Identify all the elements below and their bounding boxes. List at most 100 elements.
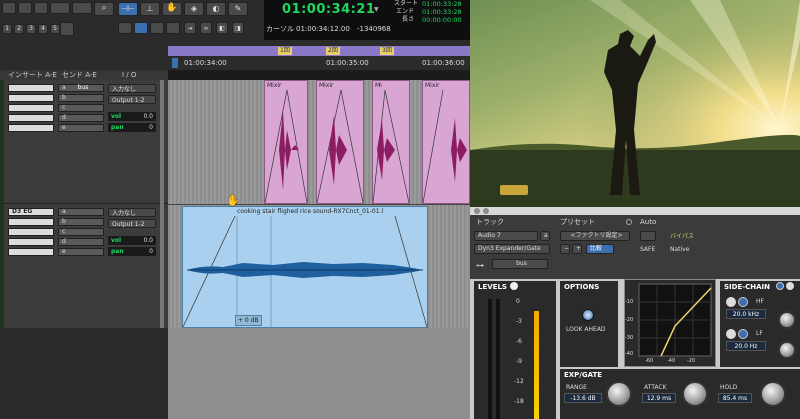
edit-mode-button-4[interactable]: [166, 22, 180, 34]
clip-mi-3[interactable]: Mi: [372, 80, 410, 204]
track-1-output-selector[interactable]: Output 1-2: [108, 95, 156, 104]
hf-enable-icon[interactable]: [726, 297, 736, 307]
hf-knob[interactable]: [778, 311, 796, 329]
track-1-volume[interactable]: 0.0 vol: [108, 112, 156, 121]
track-2-output-selector[interactable]: Output 1-2: [108, 219, 156, 228]
lf-filter-icon[interactable]: [738, 329, 748, 339]
end-value[interactable]: 01:00:33:28: [422, 9, 462, 16]
track-2-send-b[interactable]: b: [58, 218, 104, 226]
range-knob[interactable]: [606, 381, 632, 407]
track-2-volume[interactable]: 0.0 vol: [108, 236, 156, 245]
edit-mode-button-3[interactable]: [150, 22, 164, 34]
clip-mixir-4[interactable]: Mixir: [422, 80, 470, 204]
track-1-send-e[interactable]: e: [58, 124, 104, 132]
track-1-send-a[interactable]: a bus: [58, 84, 104, 92]
grid-number-3[interactable]: 3: [26, 24, 36, 34]
tab-to-transient-icon[interactable]: ⇥: [184, 22, 196, 34]
grid-number-1[interactable]: 1: [2, 24, 12, 34]
tool-button-2[interactable]: [18, 2, 32, 14]
track-1-pan-value[interactable]: 0: [149, 123, 156, 132]
track-2-insert-a[interactable]: D3 EG: [8, 208, 54, 216]
edit-window-tracks[interactable]: Mixir Mixir Mi Mixir cooking stair fligh…: [168, 80, 470, 328]
tool-button-4[interactable]: [50, 2, 70, 14]
zoom-tool-icon[interactable]: ⌕: [94, 2, 114, 16]
smart-tool-icon[interactable]: ◈: [184, 2, 204, 16]
track-1-send-b[interactable]: b: [58, 94, 104, 102]
counter-dropdown-icon[interactable]: ▼: [374, 7, 379, 13]
track-1-resize-handle[interactable]: [160, 80, 164, 204]
selector-tool-icon[interactable]: ⊥: [140, 2, 160, 16]
clip-cooking-stair[interactable]: cooking stair flighed rice sound-RX7Cnct…: [182, 206, 428, 328]
track-2-send-a[interactable]: a: [58, 208, 104, 216]
close-icon[interactable]: [474, 208, 480, 214]
marker-3[interactable]: 3回: [380, 47, 394, 55]
lf-value[interactable]: 20.0 Hz: [726, 341, 766, 351]
grid-number-2[interactable]: 2: [14, 24, 24, 34]
clip-gain[interactable]: + 0 dB: [235, 315, 262, 326]
start-value[interactable]: 01:00:33:28: [422, 1, 462, 8]
track-1-pan[interactable]: 0 pan: [108, 123, 156, 132]
preset-selector[interactable]: <ファクトリ設定>: [560, 231, 630, 241]
main-counter-value[interactable]: 01:00:34:21: [282, 2, 375, 17]
track-1-volume-value[interactable]: 0.0: [143, 112, 156, 121]
key-input-selector[interactable]: bus: [492, 259, 548, 269]
lf-enable-icon[interactable]: [726, 329, 736, 339]
sidechain-listen-icon[interactable]: [776, 282, 784, 290]
track-2-pan[interactable]: 0 pan: [108, 247, 156, 256]
range-value[interactable]: -13.6 dB: [564, 393, 602, 403]
marker-1[interactable]: 1回: [278, 47, 292, 55]
grid-number-4[interactable]: 4: [38, 24, 48, 34]
track-2-resize-handle[interactable]: [160, 204, 164, 328]
track-1-send-c[interactable]: c: [58, 104, 104, 112]
track-2-send-e[interactable]: e: [58, 248, 104, 256]
plugin-track-selector[interactable]: Audio 7: [474, 231, 538, 241]
plugin-selector[interactable]: Dyn3 Expander/Gate: [474, 244, 550, 254]
plugin-track-letter[interactable]: a: [540, 231, 550, 241]
auto-button[interactable]: [640, 231, 656, 241]
clip-mixir-2[interactable]: Mixir: [316, 80, 364, 204]
lookahead-toggle[interactable]: [582, 309, 594, 321]
marker-ruler[interactable]: 1回 2回 3回: [168, 46, 470, 56]
track-2-input-selector[interactable]: 入力なし: [108, 208, 156, 217]
track-1-insert-b[interactable]: [8, 94, 54, 102]
track-2-insert-e[interactable]: [8, 248, 54, 256]
levels-link-icon[interactable]: [510, 282, 518, 290]
marker-2[interactable]: 2回: [326, 47, 340, 55]
link-icon[interactable]: ∞: [200, 22, 212, 34]
track-2-insert-d[interactable]: [8, 238, 54, 246]
lf-knob[interactable]: [778, 341, 796, 359]
trim-tool-icon[interactable]: ⊣⊢: [118, 2, 138, 16]
track-2-send-d[interactable]: d: [58, 238, 104, 246]
safe-button[interactable]: SAFE: [640, 247, 655, 253]
track-1-insert-e[interactable]: [8, 124, 54, 132]
sidechain-key-icon[interactable]: [786, 282, 794, 290]
tool-button-5[interactable]: [72, 2, 92, 14]
insertion-follows-icon[interactable]: ◨: [232, 22, 244, 34]
grid-toggle-button[interactable]: [60, 22, 74, 36]
edit-mode-button-1[interactable]: [118, 22, 132, 34]
hf-filter-icon[interactable]: [738, 297, 748, 307]
track-1-input-selector[interactable]: 入力なし: [108, 84, 156, 93]
preset-next-button[interactable]: +: [572, 244, 582, 254]
attack-value[interactable]: 12.9 ms: [642, 393, 676, 403]
preset-prev-button[interactable]: −: [560, 244, 570, 254]
grabber-tool-icon[interactable]: ✋: [162, 2, 182, 16]
hold-value[interactable]: 85.4 ms: [718, 393, 752, 403]
attack-knob[interactable]: [682, 381, 708, 407]
tool-button-3[interactable]: [34, 2, 48, 14]
track-2-insert-b[interactable]: [8, 218, 54, 226]
length-value[interactable]: 00:00:00:00: [422, 17, 462, 24]
clip-mixir-1[interactable]: Mixir: [264, 80, 308, 204]
plugin-titlebar[interactable]: [470, 207, 800, 215]
hold-knob[interactable]: [760, 381, 786, 407]
compare-button[interactable]: 比較: [586, 244, 614, 254]
scrubber-tool-icon[interactable]: ◐: [206, 2, 226, 16]
pencil-tool-icon[interactable]: ✎: [228, 2, 248, 16]
minimize-icon[interactable]: [483, 208, 489, 214]
playhead-flag-icon[interactable]: [172, 58, 178, 68]
track-2-pan-value[interactable]: 0: [149, 247, 156, 256]
track-2-send-c[interactable]: c: [58, 228, 104, 236]
bypass-button[interactable]: バイパス: [670, 234, 694, 240]
tool-button-1[interactable]: [2, 2, 16, 14]
track-2-volume-value[interactable]: 0.0: [143, 236, 156, 245]
